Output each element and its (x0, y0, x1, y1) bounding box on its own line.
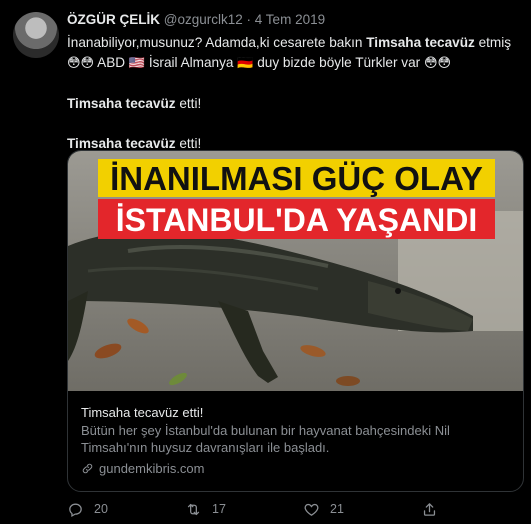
card-domain: gundemkibris.com (81, 460, 511, 478)
card-image-headline-1: İNANILMASI GÜÇ OLAY (110, 160, 483, 197)
author-avatar[interactable] (13, 12, 59, 58)
heart-icon (304, 503, 319, 516)
retweet-icon (187, 503, 200, 515)
card-description: Bütün her şey İstanbul'da bulunan bir ha… (81, 422, 450, 456)
tweet-text-bold: Timsaha tecavüz (67, 96, 176, 111)
tweet-text-segment: İnanabiliyor,musunuz? Adamda,ki cesarete… (67, 35, 367, 50)
reply-icon (69, 503, 82, 517)
tweet-text-segment: etti! (175, 96, 202, 111)
tweet-paragraph-1: İnanabiliyor,musunuz? Adamda,ki cesarete… (67, 33, 517, 74)
tweet-text-segment: İsrail Almanya (145, 55, 238, 70)
retweet-button[interactable]: 17 (185, 501, 303, 518)
link-icon (82, 463, 93, 473)
tweet-text-segment: duy bizde böyle Türkler var (253, 55, 424, 70)
tweet-text-segment: etti! (175, 136, 202, 151)
tweet-text-segment: etmiş (474, 35, 512, 50)
germany-flag-emoji: 🇩🇪 (237, 56, 254, 71)
author-handle[interactable]: @ozgurclk12 (164, 12, 243, 27)
tweet-text: İnanabiliyor,musunuz? Adamda,ki cesarete… (67, 33, 517, 154)
card-title: Timsaha tecavüz etti! (81, 405, 204, 420)
tweet-text-bold: Timsaha tecavüz (67, 136, 176, 151)
card-meta: Timsaha tecavüz etti! Bütün her şey İsta… (81, 404, 511, 477)
share-icon (423, 502, 436, 516)
header-separator: · (246, 12, 252, 27)
card-image[interactable]: İNANILMASI GÜÇ OLAY İSTANBUL'DA YAŞANDI (68, 151, 523, 391)
reply-button[interactable]: 20 (67, 501, 185, 518)
card-image-headline-2: İSTANBUL'DA YAŞANDI (116, 202, 477, 238)
flushed-face-emoji: 😳😳 (423, 56, 452, 71)
like-button[interactable]: 21 (303, 501, 421, 518)
tweet-actions: 20 17 21 (67, 499, 522, 519)
card-domain-text: gundemkibris.com (99, 460, 205, 476)
tweet-paragraph-2: Timsaha tecavüz etti! (67, 94, 517, 114)
us-flag-emoji: 🇺🇸 (128, 56, 146, 71)
tweet-header: ÖZGÜR ÇELİK @ozgurclk12 · 4 Tem 2019 (67, 12, 325, 27)
flushed-face-emoji: 😳😳 (67, 56, 95, 71)
tweet-text-segment: ABD (94, 55, 129, 70)
share-button[interactable] (421, 501, 438, 518)
like-count: 21 (330, 502, 344, 516)
reply-count: 20 (94, 502, 108, 516)
link-preview-card[interactable]: İNANILMASI GÜÇ OLAY İSTANBUL'DA YAŞANDI … (67, 150, 524, 492)
author-name[interactable]: ÖZGÜR ÇELİK (67, 12, 160, 27)
tweet-text-bold: Timsaha tecavüz (366, 35, 475, 50)
retweet-count: 17 (212, 502, 226, 516)
tweet-date[interactable]: 4 Tem 2019 (255, 12, 325, 27)
